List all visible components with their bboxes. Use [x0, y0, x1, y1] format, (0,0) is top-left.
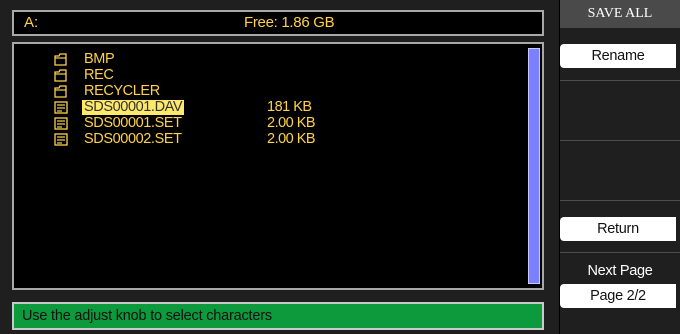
status-bar: Use the adjust knob to select characters: [12, 302, 544, 330]
status-message: Use the adjust knob to select characters: [22, 308, 272, 324]
softkey-menu: SAVE ALL Rename Return Next Page Page 2/…: [560, 0, 680, 334]
file-size: 2.00 KB: [267, 131, 316, 147]
menu-divider: [560, 252, 680, 253]
file-size: 181 KB: [267, 99, 312, 115]
file-icon: [54, 117, 68, 130]
file-list-item-bmp[interactable]: BMP: [38, 52, 502, 68]
file-list-item-sds00001-dav[interactable]: SDS00001.DAV 181 KB: [38, 100, 502, 116]
next-page-button[interactable]: Page 2/2: [560, 284, 676, 308]
file-name: BMP: [84, 51, 115, 67]
file-name: RECYCLER: [84, 83, 160, 99]
menu-divider: [560, 200, 680, 201]
file-name: SDS00002.SET: [84, 131, 182, 147]
file-name: SDS00001.DAV: [82, 99, 185, 115]
path-bar: A: Free: 1.86 GB: [12, 10, 544, 36]
folder-icon: [54, 69, 67, 82]
file-name: REC: [84, 67, 114, 83]
rename-button[interactable]: Rename: [560, 44, 676, 68]
file-list-item-recycler[interactable]: RECYCLER: [38, 84, 502, 100]
folder-icon: [54, 85, 67, 98]
drive-label: A:: [24, 14, 39, 31]
menu-title: SAVE ALL: [560, 0, 680, 28]
folder-icon: [54, 53, 67, 66]
menu-divider: [560, 140, 680, 141]
file-list: BMP REC RECYCLER SDS00001.DAV 181 KB SDS…: [38, 52, 502, 280]
menu-divider: [560, 80, 680, 81]
file-list-panel: BMP REC RECYCLER SDS00001.DAV 181 KB SDS…: [12, 42, 544, 290]
file-icon: [54, 101, 68, 114]
file-size: 2.00 KB: [267, 115, 316, 131]
file-list-item-sds00001-set[interactable]: SDS00001.SET 2.00 KB: [38, 116, 502, 132]
next-page-caption: Next Page: [587, 263, 653, 279]
file-icon: [54, 133, 68, 146]
return-button[interactable]: Return: [560, 217, 676, 241]
file-list-item-sds00002-set[interactable]: SDS00002.SET 2.00 KB: [38, 132, 502, 148]
file-list-item-rec[interactable]: REC: [38, 68, 502, 84]
free-space-label: Free: 1.86 GB: [244, 14, 335, 31]
scrollbar[interactable]: [528, 48, 540, 284]
file-name: SDS00001.SET: [84, 115, 182, 131]
file-browser-screen: A: Free: 1.86 GB BMP REC RECYCLER SDS000…: [0, 0, 559, 334]
